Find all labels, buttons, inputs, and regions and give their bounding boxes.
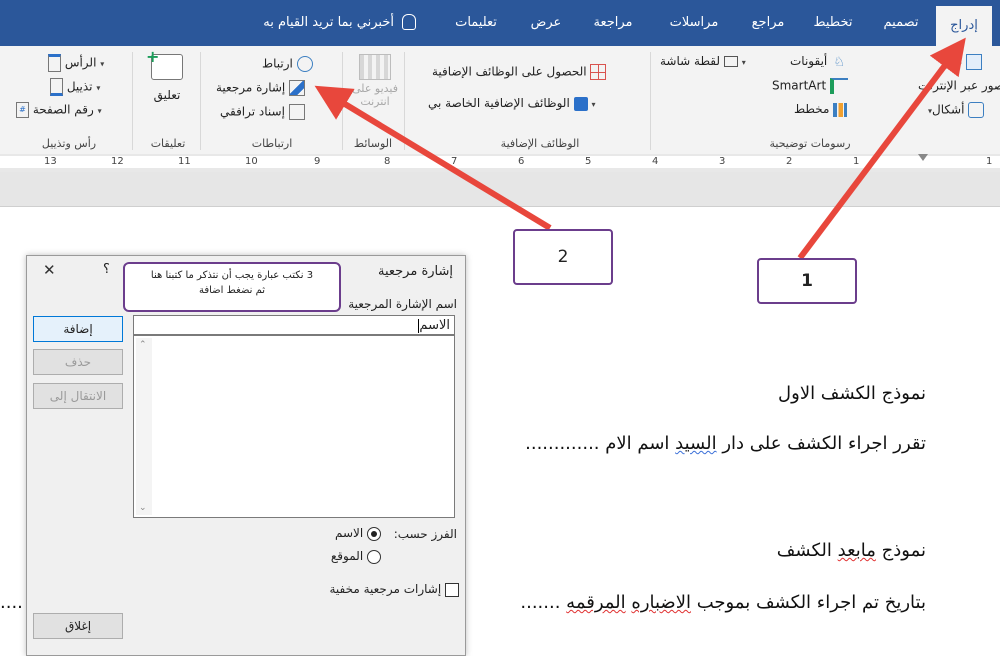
callout-2: 2: [513, 229, 613, 285]
callout-1: 1: [757, 258, 857, 304]
arrow-to-bookmark: [314, 85, 552, 231]
arrow-to-insert-tab: [797, 37, 966, 260]
annotation-arrows: [314, 37, 966, 260]
